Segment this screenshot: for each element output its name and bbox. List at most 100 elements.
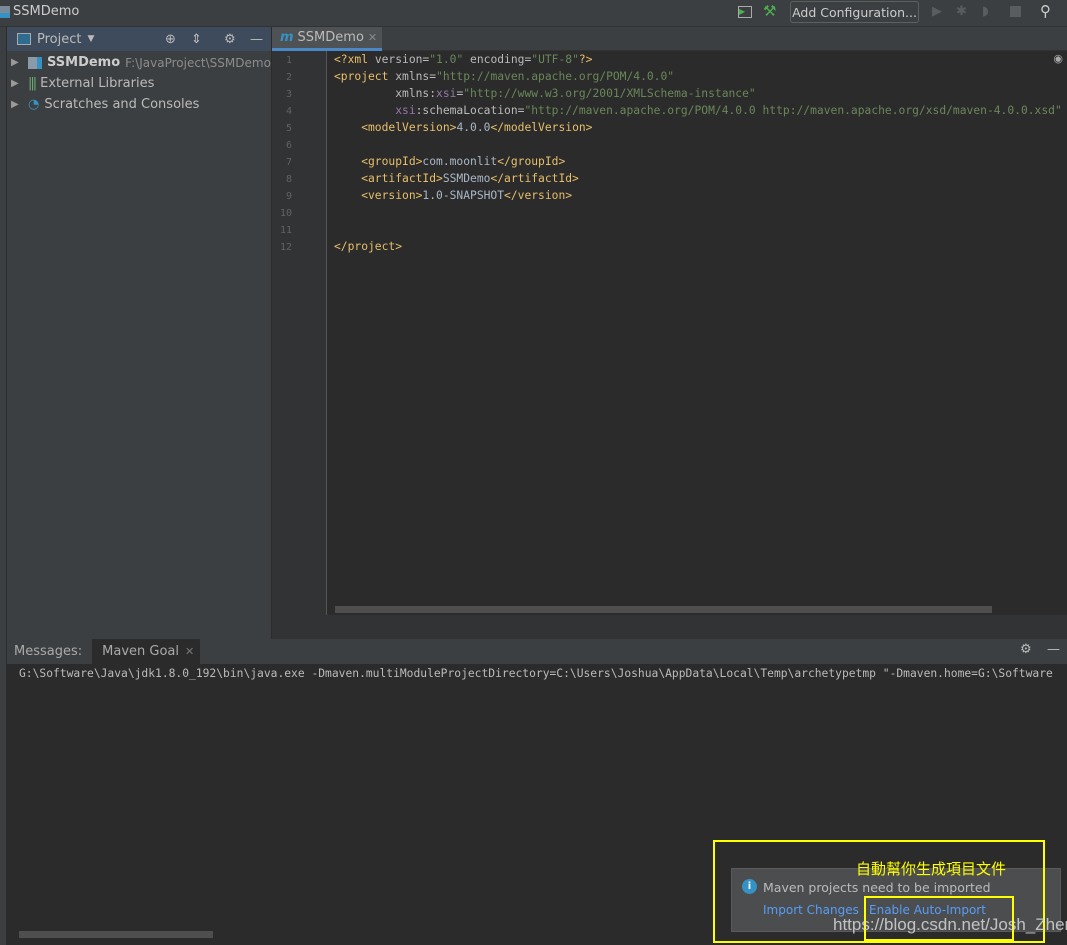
code-token: version= (374, 53, 430, 66)
line-number: 4 (285, 106, 292, 117)
tree-item-path: F:\JavaProject\SSMDemo (125, 55, 271, 70)
code-line: </project> (334, 240, 402, 253)
title-bar: SSMDemo ▶ ⚒ Add Configuration... ▶ ✱ ◗ ⚲ (0, 0, 1067, 27)
bottom-panel-header: Messages: Maven Goal ✕ ⚙ — (7, 639, 1067, 664)
code-token: :schemaLocation= (415, 104, 525, 117)
line-number: 1 (285, 55, 292, 66)
line-number: 8 (285, 174, 292, 185)
code-token: xmlns: (334, 87, 437, 100)
collapse-icon[interactable]: ⇕ (191, 32, 202, 47)
code-line: xmlns:xsi="http://www.w3.org/2001/XMLSch… (334, 87, 756, 100)
code-token: </groupId> (497, 155, 566, 168)
code-token: </modelVersion> (490, 121, 593, 134)
code-token: "http://maven.apache.org/POM/4.0.0 http:… (524, 104, 1062, 117)
code-token: ?> (578, 53, 593, 66)
code-token: <artifactId> (334, 172, 443, 185)
editor-tab-bar: m SSMDemo ✕ (272, 27, 1067, 51)
code-line: <artifactId>SSMDemo</artifactId> (334, 172, 579, 185)
code-token: 1.0-SNAPSHOT (422, 189, 505, 202)
close-icon[interactable]: ✕ (368, 31, 377, 44)
add-configuration-button[interactable]: Add Configuration... (790, 1, 919, 23)
code-token: </artifactId> (490, 172, 579, 185)
tab-pom-ssmdemo[interactable]: m SSMDemo ✕ (272, 27, 382, 51)
locate-icon[interactable]: ⊕ (165, 32, 176, 47)
line-number: 2 (285, 72, 292, 83)
build-hammer-icon[interactable]: ⚒ (763, 2, 776, 20)
code-line: <groupId>com.moonlit</groupId> (334, 155, 565, 168)
code-line: <modelVersion>4.0.0</modelVersion> (334, 121, 592, 134)
coverage-icon[interactable]: ◗ (982, 4, 989, 19)
messages-label: Messages: (14, 644, 83, 659)
code-line: <version>1.0-SNAPSHOT</version> (334, 189, 572, 202)
tree-item-external-libraries[interactable]: ▶ ||| External Libraries (11, 73, 154, 94)
code-token: </version> (504, 189, 573, 202)
annotation-text: 自動幫你生成項目文件 (856, 860, 1007, 878)
search-icon[interactable]: ⚲ (1040, 2, 1051, 20)
horizontal-scrollbar[interactable] (335, 606, 992, 613)
code-token: xmlns= (395, 70, 437, 83)
terminal-icon[interactable]: ▶ (738, 6, 752, 18)
library-icon: ||| (28, 76, 37, 91)
tree-item-label: SSMDemo (47, 55, 121, 70)
project-panel: Project ▼ ⊕ ⇕ ⚙ — ▶ SSMDemo F:\JavaProje… (7, 27, 271, 639)
debug-icon[interactable]: ✱ (956, 4, 967, 19)
code-token: "UTF-8" (531, 53, 579, 66)
project-view-label[interactable]: Project (37, 32, 81, 47)
code-line: <?xml version="1.0" encoding="UTF-8"?> (334, 53, 592, 66)
code-token: SSMDemo (442, 172, 491, 185)
chevron-down-icon[interactable]: ▼ (87, 34, 94, 44)
editor[interactable]: m SSMDemo ✕ ◉ 1 <?xml version="1.0" encod… (272, 27, 1067, 639)
gear-icon[interactable]: ⚙ (224, 32, 236, 47)
code-token: encoding= (463, 53, 532, 66)
scratches-icon: ◔ (28, 97, 40, 112)
folder-icon (28, 56, 42, 69)
code-token: <version> (334, 189, 423, 202)
code-token: "http://www.w3.org/2001/XMLSchema-instan… (463, 87, 756, 100)
line-number: 11 (279, 225, 292, 236)
run-icon[interactable]: ▶ (932, 4, 942, 19)
minimize-icon[interactable]: — (250, 32, 263, 47)
tree-item-label: External Libraries (40, 76, 155, 91)
code-token: "1.0" (429, 53, 464, 66)
editor-footer (272, 615, 1067, 639)
code-token: <groupId> (334, 155, 423, 168)
stop-icon[interactable] (1010, 6, 1021, 17)
line-number: 3 (285, 89, 292, 100)
line-number: 9 (285, 191, 292, 202)
console-output: G:\Software\Java\jdk1.8.0_192\bin\java.e… (19, 667, 1053, 680)
window-title: SSMDemo (13, 4, 80, 19)
code-token: <modelVersion> (334, 121, 457, 134)
maven-icon: m (280, 30, 294, 45)
console-scrollbar[interactable] (19, 931, 213, 938)
line-number: 10 (279, 208, 292, 219)
code-token: xsi (334, 104, 416, 117)
gear-icon[interactable]: ⚙ (1020, 642, 1032, 657)
left-tool-strip (0, 27, 7, 945)
close-icon[interactable]: ✕ (185, 645, 194, 658)
tree-item-scratches[interactable]: ▶ ◔ Scratches and Consoles (11, 94, 199, 115)
expand-arrow-icon[interactable]: ▶ (11, 99, 23, 110)
tab-label: SSMDemo (297, 30, 364, 45)
watermark: https://blog.csdn.net/Josh_Zhen (833, 915, 1067, 934)
tab-maven-goal[interactable]: Maven Goal ✕ (92, 639, 201, 664)
tree-item-ssmdemo[interactable]: ▶ SSMDemo F:\JavaProject\SSMDemo (11, 52, 271, 73)
expand-arrow-icon[interactable]: ▶ (11, 57, 23, 68)
code-token: <?xml (334, 53, 375, 66)
code-token: </project> (334, 240, 403, 253)
expand-arrow-icon[interactable]: ▶ (11, 78, 23, 89)
minimize-icon[interactable]: — (1047, 642, 1060, 657)
line-number: 7 (285, 157, 292, 168)
preview-eye-icon[interactable]: ◉ (1053, 52, 1063, 65)
line-number: 5 (285, 123, 292, 134)
code-line: xsi:schemaLocation="http://maven.apache.… (334, 104, 1062, 117)
app-icon (0, 6, 10, 18)
line-number: 6 (285, 140, 292, 151)
project-panel-header: Project ▼ ⊕ ⇕ ⚙ — (7, 27, 271, 51)
code-token: com.moonlit (422, 155, 498, 168)
code-token: xsi (436, 87, 457, 100)
code-line: <project xmlns="http://maven.apache.org/… (334, 70, 674, 83)
code-token: 4.0.0 (456, 121, 491, 134)
code-token: <project (334, 70, 396, 83)
tab-label: Maven Goal (102, 644, 179, 659)
line-number: 12 (279, 242, 292, 253)
